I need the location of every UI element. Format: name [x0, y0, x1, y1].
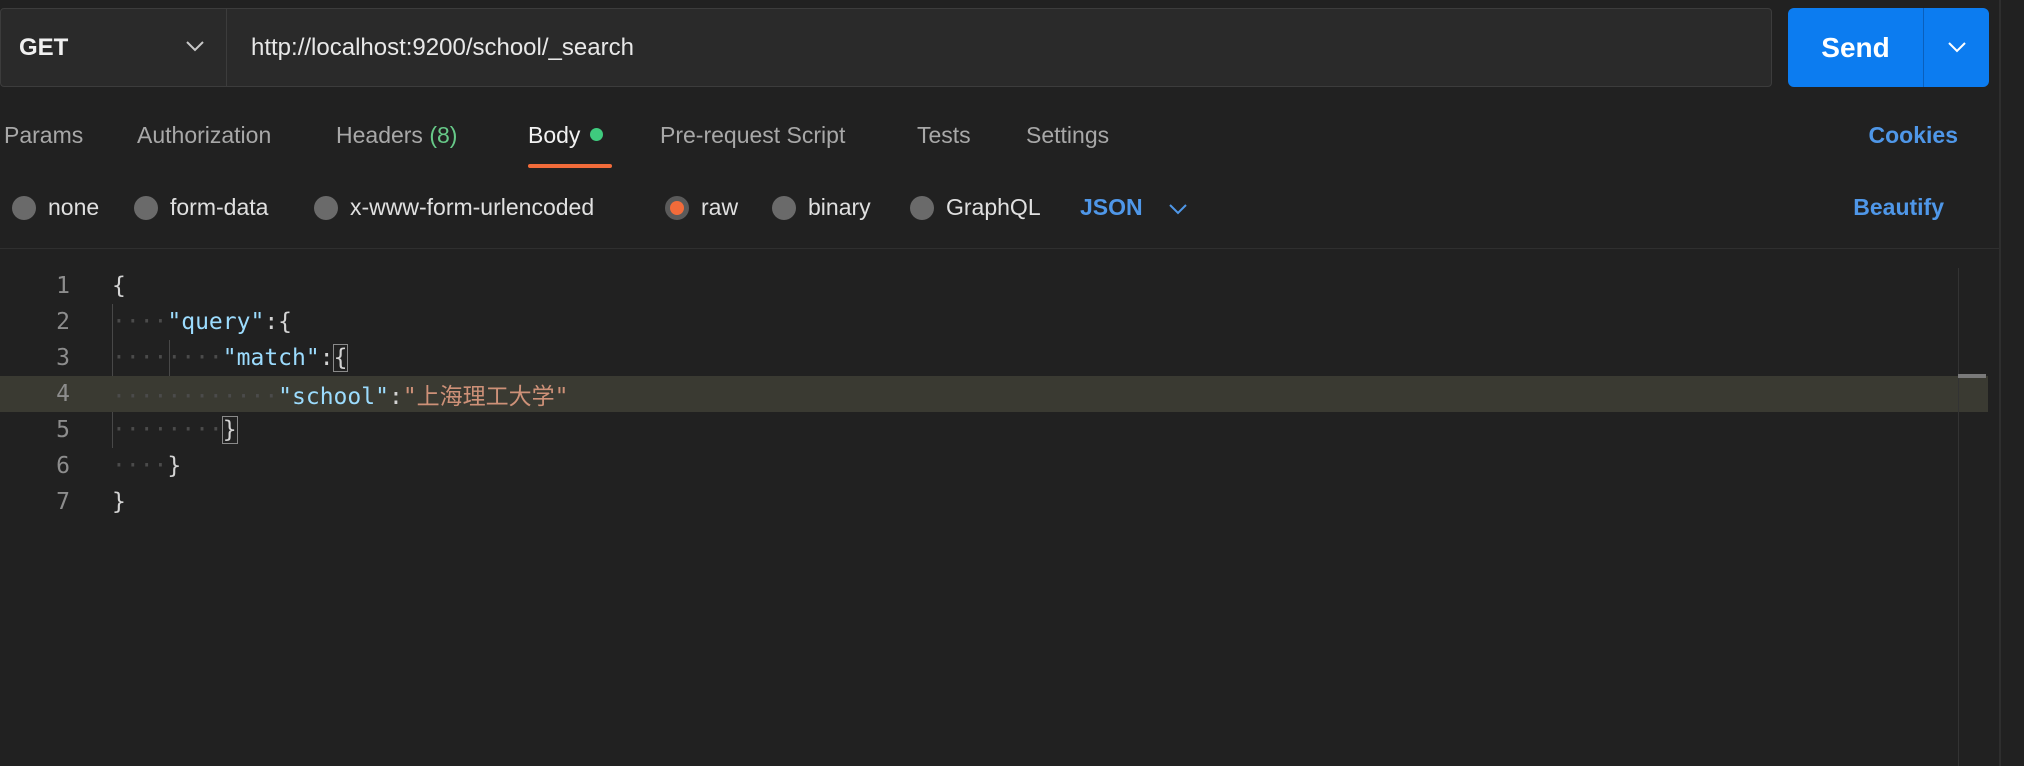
radio-form-data[interactable]: form-data	[134, 194, 268, 221]
line-number: 3	[56, 345, 70, 371]
radio-label: x-www-form-urlencoded	[350, 194, 595, 220]
body-status-dot	[590, 128, 604, 141]
tab-tests[interactable]: Tests	[917, 122, 971, 149]
code-text: ········}	[112, 416, 238, 444]
code-line: 7 }	[0, 484, 1988, 520]
code-text: {	[112, 273, 126, 299]
radio-label: form-data	[170, 194, 269, 220]
radio-none[interactable]: none	[12, 194, 99, 221]
url-text: http://localhost:9200/school/_search	[251, 33, 634, 61]
radio-graphql[interactable]: GraphQL	[910, 194, 1041, 221]
radio-circle	[314, 195, 338, 220]
radio-label: raw	[701, 194, 739, 220]
tab-params[interactable]: Params	[4, 122, 83, 149]
chevron-down-icon	[186, 39, 204, 57]
radio-circle	[910, 195, 934, 220]
line-number: 4	[56, 381, 70, 407]
line-number: 6	[56, 453, 70, 479]
radio-label: binary	[808, 194, 871, 220]
send-button-group: Send	[1788, 8, 1989, 87]
url-input[interactable]: http://localhost:9200/school/_search	[227, 9, 1771, 86]
code-line: 3 ········"match":{	[0, 340, 1988, 376]
radio-label: none	[48, 194, 100, 220]
tab-label: Body	[528, 122, 581, 148]
code-line: 1 {	[0, 268, 1988, 304]
line-number: 5	[56, 417, 70, 443]
code-line: 5 ········}	[0, 412, 1988, 448]
radio-circle	[134, 195, 158, 220]
line-number: 7	[56, 489, 70, 515]
cookies-link[interactable]: Cookies	[1869, 122, 1958, 149]
request-tabs: Params Authorization Headers (8) Body Pr…	[0, 108, 2000, 170]
code-text: ····"query":{	[112, 309, 293, 335]
code-line-active: 4 ············"school":"上海理工大学"	[0, 376, 1988, 412]
tab-label: Pre-request Script	[660, 122, 846, 148]
json-sep: :{	[264, 309, 293, 335]
radio-binary[interactable]: binary	[772, 194, 871, 221]
method-select[interactable]: GET	[1, 9, 227, 86]
tab-label: Headers	[336, 122, 423, 148]
code-editor[interactable]: 1 { 2 ····"query":{ 3 ········"match":{ …	[0, 268, 1988, 766]
active-tab-indicator	[528, 164, 612, 168]
editor-scrollbar[interactable]	[1958, 268, 1988, 766]
radio-circle-selected	[665, 195, 689, 220]
json-key: "school"	[278, 384, 389, 410]
json-key: "match"	[222, 345, 320, 371]
tab-headers[interactable]: Headers (8)	[336, 122, 457, 149]
chevron-down-icon	[1168, 194, 1187, 221]
tab-label: Tests	[917, 122, 971, 148]
line-number: 2	[56, 309, 70, 335]
line-number: 1	[56, 273, 70, 299]
matched-brace: {	[332, 344, 349, 372]
send-button[interactable]: Send	[1788, 8, 1923, 87]
matched-brace: }	[221, 416, 238, 444]
request-bar: GET http://localhost:9200/school/_search	[0, 8, 1772, 87]
code-line: 2 ····"query":{	[0, 304, 1988, 340]
json-key: "query"	[167, 309, 265, 335]
code-text: ············"school":"上海理工大学"	[112, 384, 569, 410]
tab-label: Authorization	[137, 122, 272, 148]
send-options-button[interactable]	[1924, 8, 1989, 87]
radio-label: GraphQL	[946, 194, 1041, 220]
divider	[0, 248, 2000, 249]
brace: {	[112, 273, 126, 299]
beautify-button[interactable]: Beautify	[1853, 194, 1944, 221]
json-sep: :	[388, 384, 403, 410]
tab-body[interactable]: Body	[528, 122, 604, 149]
brace: }	[167, 453, 182, 479]
method-label: GET	[19, 33, 69, 61]
language-label: JSON	[1080, 194, 1143, 220]
radio-circle	[12, 195, 36, 220]
brace: }	[112, 489, 126, 515]
json-string-value: "上海理工大学"	[402, 384, 569, 410]
tab-label: Settings	[1026, 122, 1110, 148]
code-text: ········"match":{	[112, 344, 349, 372]
code-line: 6 ····}	[0, 448, 1988, 484]
chevron-down-icon	[1947, 42, 1966, 53]
radio-circle	[772, 195, 796, 220]
radio-raw[interactable]: raw	[665, 194, 738, 221]
tab-pre-request-script[interactable]: Pre-request Script	[660, 122, 845, 149]
tab-settings[interactable]: Settings	[1026, 122, 1109, 149]
body-type-row: none form-data x-www-form-urlencoded raw…	[0, 180, 2000, 236]
code-text: ····}	[112, 453, 182, 479]
scrollbar-cursor-marker	[1958, 374, 1986, 378]
panel-edge	[1999, 0, 2001, 766]
language-select[interactable]: JSON	[1080, 194, 1187, 221]
tab-label: Params	[4, 122, 84, 148]
code-text: }	[112, 489, 126, 515]
headers-count: (8)	[429, 122, 458, 148]
tab-authorization[interactable]: Authorization	[137, 122, 271, 149]
radio-x-www-form-urlencoded[interactable]: x-www-form-urlencoded	[314, 194, 594, 221]
json-sep: :	[319, 345, 334, 371]
